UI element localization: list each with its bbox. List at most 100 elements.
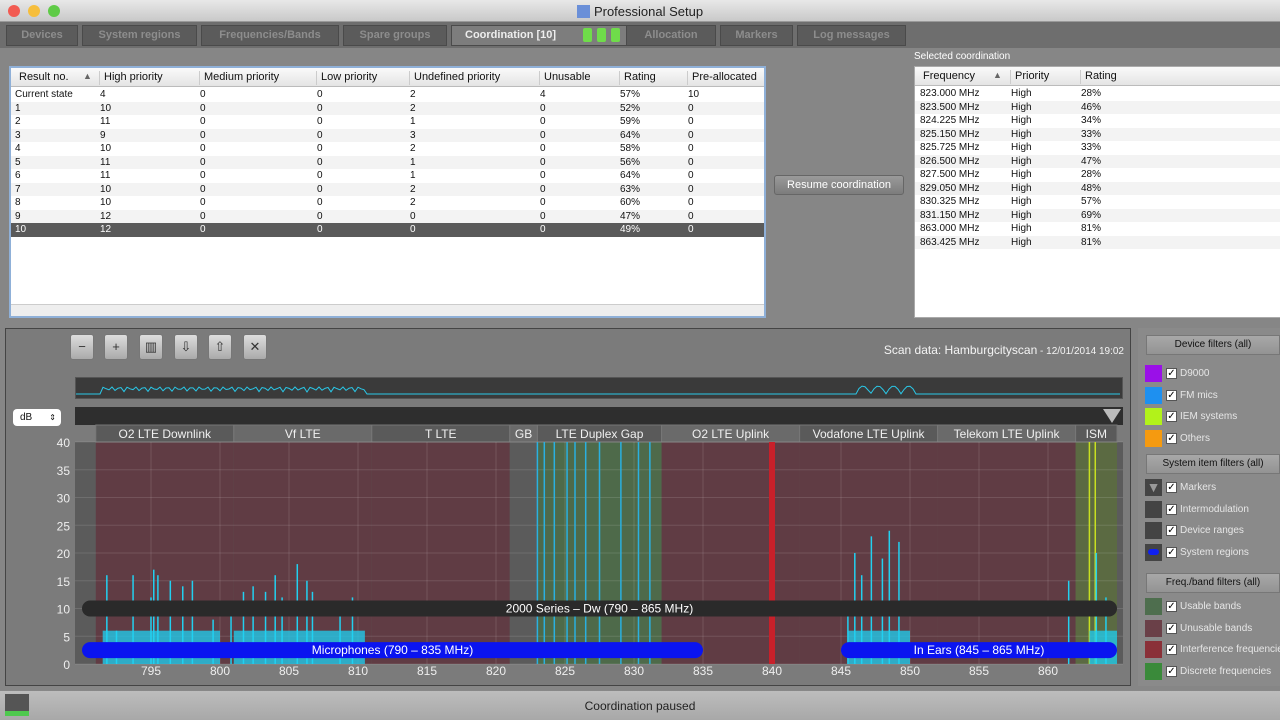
column-header[interactable]: Medium priority (199, 71, 279, 85)
filter-checkbox[interactable]: ✓ (1166, 666, 1177, 678)
device-filters-button[interactable]: Device filters (all) (1146, 335, 1280, 355)
filter-item[interactable]: ✓ Unusable bands (1145, 619, 1280, 638)
selected-coordination-table[interactable]: Frequency Priority Rating ▲ 823.000 MHz High… (914, 66, 1280, 318)
table-row[interactable]: Current state 4 0 0 2 4 57% 10 (11, 88, 764, 102)
filter-checkbox[interactable]: ✓ (1166, 525, 1177, 537)
y-tick-label: 30 (57, 492, 71, 506)
tab-spare-groups[interactable]: Spare groups (343, 25, 447, 46)
tab-frequencies-bands[interactable]: Frequencies/Bands (201, 25, 339, 46)
table-row[interactable]: 863.000 MHz High 81% (915, 222, 1280, 236)
column-header[interactable]: Undefined priority (409, 71, 500, 85)
column-header[interactable]: Frequency (919, 70, 975, 84)
column-header[interactable]: Result no. (15, 71, 69, 85)
table-row[interactable]: 10 12 0 0 0 0 49% 0 (11, 223, 764, 237)
export-button[interactable]: ⇧ (208, 334, 232, 360)
tab-system-regions[interactable]: System regions (82, 25, 197, 46)
table-row[interactable]: 863.425 MHz High 81% (915, 235, 1280, 249)
filter-item[interactable]: ✓ System regions (1145, 544, 1280, 562)
table-row[interactable]: 3 9 0 0 3 0 64% 0 (11, 128, 764, 142)
table-row[interactable]: 5 11 0 0 1 0 56% 0 (11, 155, 764, 169)
table-cell: 10 (100, 183, 112, 195)
zoom-in-button[interactable]: + (104, 334, 128, 360)
column-header[interactable]: Rating (619, 71, 656, 85)
column-header[interactable]: Low priority (316, 71, 377, 85)
filter-item[interactable]: ✓ D9000 (1145, 365, 1280, 383)
horizontal-scrollbar[interactable] (11, 304, 764, 316)
tab-devices[interactable]: Devices (6, 25, 78, 46)
filter-item[interactable]: ✓ Discrete frequencies (1145, 663, 1280, 681)
band-filters-button[interactable]: Freq./band filters (all) (1146, 573, 1280, 593)
filter-checkbox[interactable]: ✓ (1166, 547, 1177, 559)
filter-checkbox[interactable]: ✓ (1166, 601, 1177, 612)
import-button[interactable]: ⇩ (174, 334, 198, 360)
filter-item[interactable]: ✓ Usable bands (1145, 598, 1280, 616)
chart-button[interactable]: ▥ (139, 334, 163, 360)
table-cell: 10 (100, 102, 112, 114)
table-row[interactable]: 827.500 MHz High 28% (915, 168, 1280, 182)
table-cell: 823.000 MHz (920, 88, 980, 99)
filter-checkbox[interactable]: ✓ (1166, 482, 1177, 493)
filter-item[interactable]: ✓ FM mics (1145, 386, 1280, 405)
filter-checkbox[interactable]: ✓ (1166, 433, 1177, 445)
table-row[interactable]: 2 11 0 0 1 0 59% 0 (11, 115, 764, 129)
filter-checkbox[interactable]: ✓ (1166, 503, 1177, 515)
filter-checkbox[interactable]: ✓ (1166, 389, 1177, 401)
table-cell: 48% (1081, 182, 1102, 194)
table-row[interactable]: 825.150 MHz High 33% (915, 127, 1280, 141)
resume-coordination-button[interactable]: Resume coordination (774, 175, 904, 195)
table-row[interactable]: 9 12 0 0 0 0 47% 0 (11, 209, 764, 223)
filter-item[interactable]: ✓ Others (1145, 430, 1280, 448)
x-tick-label: 845 (831, 664, 851, 678)
table-row[interactable]: 823.500 MHz High 46% (915, 100, 1280, 114)
column-header[interactable]: Priority (1010, 70, 1049, 84)
table-row[interactable]: 8 10 0 0 2 0 60% 0 (11, 196, 764, 210)
zoom-out-button[interactable]: − (70, 334, 94, 360)
table-row[interactable]: 831.150 MHz High 69% (915, 208, 1280, 222)
intermodulation-icon (1145, 500, 1162, 518)
filter-item[interactable]: ✓ Intermodulation (1145, 500, 1280, 519)
results-table[interactable]: Result no. High priority Medium priority Lo… (9, 66, 766, 318)
tab-log-messages[interactable]: Log messages (797, 25, 906, 46)
band-label: Vodafone LTE Uplink (813, 427, 926, 441)
interference-frequency[interactable] (769, 442, 775, 664)
table-cell: 0 (540, 224, 546, 235)
table-cell: 57% (620, 89, 641, 100)
band-label: T LTE (425, 427, 457, 441)
table-cell: High (1011, 142, 1032, 153)
table-cell: 64% (620, 170, 641, 181)
spectrum-overview[interactable] (75, 377, 1123, 399)
tab-markers[interactable]: Markers (720, 25, 793, 46)
table-row[interactable]: 7 10 0 0 2 0 63% 0 (11, 182, 764, 196)
column-header[interactable]: Unusable (539, 71, 590, 85)
column-header[interactable]: Rating (1080, 70, 1117, 84)
system-filters-button[interactable]: System item filters (all) (1146, 454, 1280, 474)
filter-item[interactable]: ✓ IEM systems (1145, 408, 1280, 426)
filter-checkbox[interactable]: ✓ (1166, 411, 1177, 423)
table-row[interactable]: 826.500 MHz High 47% (915, 154, 1280, 168)
table-row[interactable]: 829.050 MHz High 48% (915, 181, 1280, 195)
clear-button[interactable]: ✕ (243, 334, 267, 360)
table-cell: 824.225 MHz (920, 115, 980, 126)
column-header[interactable]: High priority (99, 71, 163, 85)
filter-checkbox[interactable]: ✓ (1166, 368, 1177, 379)
filter-checkbox[interactable]: ✓ (1166, 622, 1177, 634)
filter-checkbox[interactable]: ✓ (1166, 644, 1177, 656)
column-header[interactable]: Pre-allocated (687, 71, 757, 85)
tab-allocation[interactable]: Allocation (626, 25, 716, 46)
filter-item[interactable]: ▼ ✓ Markers (1145, 479, 1280, 497)
table-row[interactable]: 825.725 MHz High 33% (915, 141, 1280, 155)
filter-label: System regions (1180, 547, 1249, 559)
spectrum-chart[interactable]: O2 LTE Downlink Vf LTE T LTE GB LTE Duplex G… (0, 420, 1130, 685)
table-row[interactable]: 4 10 0 0 2 0 58% 0 (11, 142, 764, 156)
table-row[interactable]: 824.225 MHz High 34% (915, 114, 1280, 128)
filter-label: Others (1180, 433, 1211, 445)
table-cell: 10 (100, 197, 112, 208)
table-row[interactable]: 6 11 0 0 1 0 64% 0 (11, 169, 764, 183)
system-regions-icon (1145, 544, 1162, 562)
table-row[interactable]: 1 10 0 0 2 0 52% 0 (11, 101, 764, 115)
filter-item[interactable]: ✓ Device ranges (1145, 522, 1280, 540)
tab-bar: Devices System regions Frequencies/Bands… (0, 22, 1280, 48)
table-row[interactable]: 830.325 MHz High 57% (915, 195, 1280, 209)
table-row[interactable]: 823.000 MHz High 28% (915, 87, 1280, 101)
filter-item[interactable]: ✓ Interference frequencies (1145, 641, 1280, 659)
